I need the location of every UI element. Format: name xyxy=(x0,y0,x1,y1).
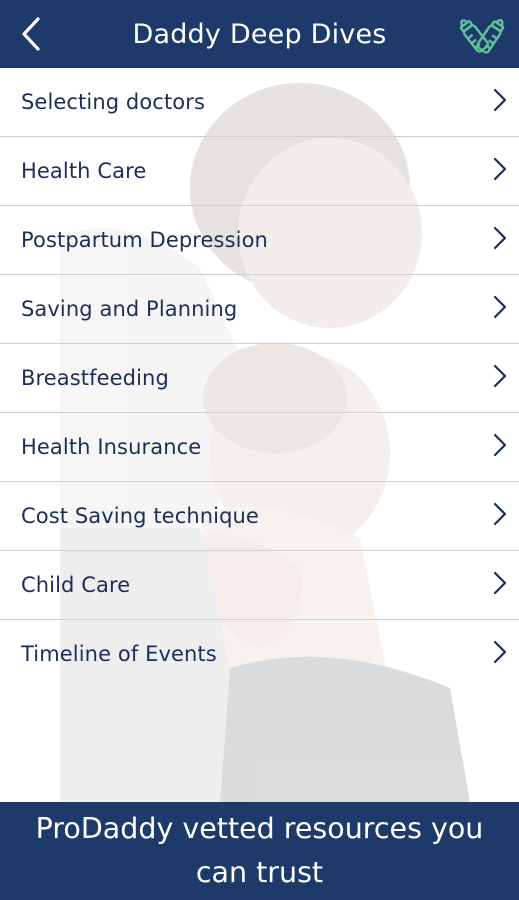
back-button[interactable] xyxy=(14,16,48,52)
menu-item-label: Saving and Planning xyxy=(21,297,238,321)
menu-item-breastfeeding[interactable]: Breastfeeding xyxy=(0,344,519,413)
menu-item-cost-saving-technique[interactable]: Cost Saving technique xyxy=(0,482,519,551)
menu-item-label: Health Care xyxy=(21,159,147,183)
chevron-right-icon xyxy=(493,364,507,388)
menu-item-label: Child Care xyxy=(21,573,131,597)
menu-item-label: Breastfeeding xyxy=(21,366,169,390)
chevron-right-icon xyxy=(493,433,507,457)
menu-item-label: Health Insurance xyxy=(21,435,202,459)
menu-item-label: Postpartum Depression xyxy=(21,228,268,252)
menu-item-health-insurance[interactable]: Health Insurance xyxy=(0,413,519,482)
chevron-right-icon xyxy=(493,640,507,664)
menu-item-selecting-doctors[interactable]: Selecting doctors xyxy=(0,68,519,137)
menu-item-label: Selecting doctors xyxy=(21,90,206,114)
chevron-right-icon xyxy=(493,88,507,112)
menu-list: Selecting doctors Health Care Postpartum… xyxy=(0,68,519,689)
baby-bottles-icon xyxy=(459,19,505,54)
menu-item-postpartum-depression[interactable]: Postpartum Depression xyxy=(0,206,519,275)
menu-item-label: Timeline of Events xyxy=(21,642,217,666)
menu-item-label: Cost Saving technique xyxy=(21,504,259,528)
menu-item-child-care[interactable]: Child Care xyxy=(0,551,519,620)
footer-banner: ProDaddy vetted resources you can trust xyxy=(0,802,519,900)
menu-item-timeline-of-events[interactable]: Timeline of Events xyxy=(0,620,519,689)
baby-bottles-button[interactable] xyxy=(453,8,509,60)
chevron-right-icon xyxy=(493,571,507,595)
app-header: Daddy Deep Dives xyxy=(0,0,519,68)
page-title: Daddy Deep Dives xyxy=(132,18,387,50)
chevron-right-icon xyxy=(493,226,507,250)
chevron-right-icon xyxy=(493,295,507,319)
chevron-right-icon xyxy=(493,157,507,181)
chevron-right-icon xyxy=(493,502,507,526)
menu-item-saving-and-planning[interactable]: Saving and Planning xyxy=(0,275,519,344)
footer-tagline: ProDaddy vetted resources you can trust xyxy=(35,812,484,889)
chevron-left-icon xyxy=(22,17,40,51)
menu-item-health-care[interactable]: Health Care xyxy=(0,137,519,206)
